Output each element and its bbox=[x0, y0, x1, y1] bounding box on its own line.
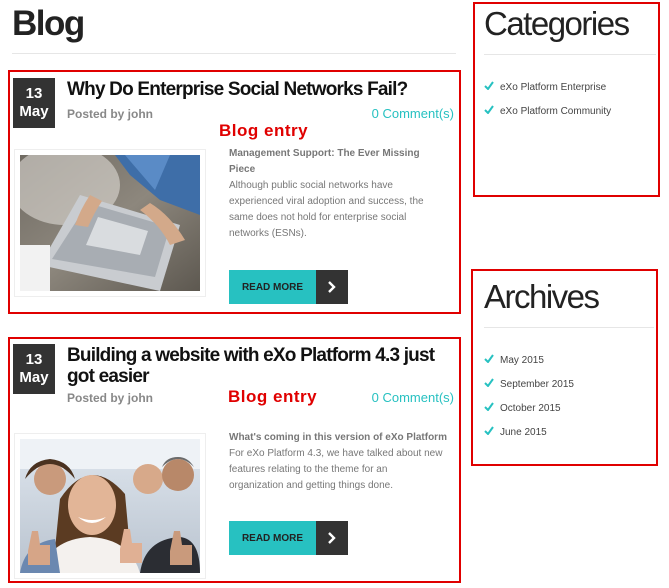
comments-link[interactable]: 0 Comment(s) bbox=[372, 390, 454, 405]
posted-by: Posted by john bbox=[67, 391, 154, 405]
read-more-button[interactable]: READ MORE bbox=[229, 521, 348, 555]
read-more-label: READ MORE bbox=[229, 521, 316, 555]
check-icon bbox=[484, 81, 496, 93]
read-more-button[interactable]: READ MORE bbox=[229, 270, 348, 304]
archive-item[interactable]: May 2015 bbox=[484, 348, 574, 372]
check-icon bbox=[484, 354, 496, 366]
archive-label: June 2015 bbox=[500, 426, 547, 438]
annotation-label: Blog entry bbox=[219, 121, 309, 140]
check-icon bbox=[484, 378, 496, 390]
archive-label: September 2015 bbox=[500, 378, 574, 390]
excerpt-heading: Management Support: The Ever Missing Pie… bbox=[229, 148, 420, 175]
entry-thumbnail[interactable] bbox=[14, 433, 206, 579]
categories-title: Categories bbox=[484, 5, 630, 42]
thumbs-up-team-photo bbox=[20, 439, 200, 573]
read-more-label: READ MORE bbox=[229, 270, 316, 304]
chevron-right-icon bbox=[316, 270, 348, 304]
date-day: 13 bbox=[25, 351, 43, 368]
comments-link[interactable]: 0 Comment(s) bbox=[372, 106, 454, 121]
archives-title: Archives bbox=[484, 278, 600, 315]
date-badge: 13 May bbox=[13, 78, 55, 128]
category-label: eXo Platform Enterprise bbox=[500, 81, 607, 93]
date-month: May bbox=[19, 103, 49, 120]
excerpt-heading: What's coming in this version of eXo Pla… bbox=[229, 432, 447, 443]
check-icon bbox=[484, 426, 496, 438]
category-item[interactable]: eXo Platform Enterprise bbox=[484, 75, 611, 99]
date-badge: 13 May bbox=[13, 344, 55, 394]
date-day: 13 bbox=[25, 85, 43, 102]
excerpt-body: Although public social networks have exp… bbox=[229, 180, 424, 239]
title-divider bbox=[12, 53, 456, 54]
date-month: May bbox=[19, 369, 49, 386]
laptop-photo bbox=[20, 155, 200, 291]
entry-title-link[interactable]: Why Do Enterprise Social Networks Fail? bbox=[67, 79, 447, 100]
archives-list: May 2015 September 2015 October 2015 Jun… bbox=[484, 348, 574, 444]
categories-divider bbox=[484, 54, 656, 55]
archives-divider bbox=[484, 327, 654, 328]
check-icon bbox=[484, 105, 496, 117]
check-icon bbox=[484, 402, 496, 414]
archive-label: May 2015 bbox=[500, 354, 544, 366]
archive-item[interactable]: September 2015 bbox=[484, 372, 574, 396]
archive-label: October 2015 bbox=[500, 402, 561, 414]
archive-item[interactable]: June 2015 bbox=[484, 420, 574, 444]
entry-thumbnail[interactable] bbox=[14, 149, 206, 297]
chevron-right-icon bbox=[316, 521, 348, 555]
category-label: eXo Platform Community bbox=[500, 105, 612, 117]
categories-list: eXo Platform Enterprise eXo Platform Com… bbox=[484, 75, 611, 123]
archive-item[interactable]: October 2015 bbox=[484, 396, 574, 420]
entry-title-link[interactable]: Building a website with eXo Platform 4.3… bbox=[67, 345, 452, 387]
posted-by: Posted by john bbox=[67, 107, 154, 121]
excerpt-body: For eXo Platform 4.3, we have talked abo… bbox=[229, 448, 443, 491]
category-item[interactable]: eXo Platform Community bbox=[484, 99, 611, 123]
annotation-label: Blog entry bbox=[228, 387, 318, 406]
page-title: Blog bbox=[12, 4, 85, 43]
